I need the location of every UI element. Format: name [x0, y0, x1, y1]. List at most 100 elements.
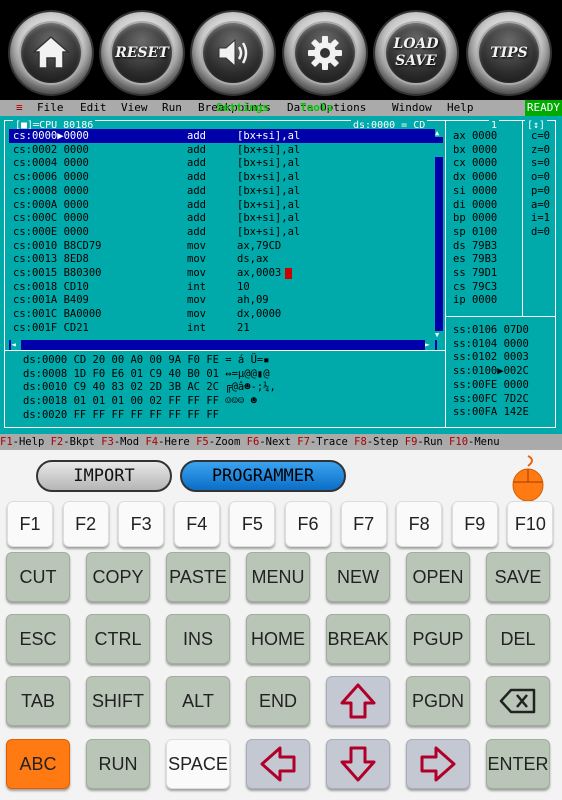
key-shift[interactable]: SHIFT: [86, 676, 150, 726]
register-value[interactable]: sp 0100: [453, 225, 497, 239]
key-enter[interactable]: ENTER: [486, 739, 550, 789]
stack-row[interactable]: ss:0102 0003: [453, 350, 529, 364]
key-run[interactable]: RUN: [86, 739, 150, 789]
key-space[interactable]: SPACE: [166, 739, 230, 789]
register-value[interactable]: ip 0000: [453, 293, 497, 307]
stack-row[interactable]: ss:0104 0000: [453, 337, 529, 351]
key-open[interactable]: OPEN: [406, 552, 470, 602]
key-break[interactable]: BREAK: [326, 614, 390, 664]
register-value[interactable]: es 79B3: [453, 252, 497, 266]
register-value[interactable]: ds 79B3: [453, 239, 497, 253]
horizontal-scrollbar[interactable]: ◄ ►: [9, 340, 437, 350]
arrow-up-key[interactable]: [326, 676, 390, 726]
code-row[interactable]: cs:0015 B80300 mov ax,0003: [9, 266, 435, 280]
mouse-icon[interactable]: [508, 454, 548, 502]
register-value[interactable]: cx 0000: [453, 156, 497, 170]
key-copy[interactable]: COPY: [86, 552, 150, 602]
code-row[interactable]: cs:001A B409 mov ah,09: [9, 293, 435, 307]
code-row[interactable]: cs:0010 B8CD79 mov ax,79CD: [9, 239, 435, 253]
menu-file[interactable]: File: [37, 100, 64, 116]
register-value[interactable]: dx 0000: [453, 170, 497, 184]
key-ctrl[interactable]: CTRL: [86, 614, 150, 664]
stack-row[interactable]: ss:0106 07D0: [453, 323, 529, 337]
arrow-right-key[interactable]: [406, 739, 470, 789]
menu-run[interactable]: Run: [162, 100, 182, 116]
key-f7[interactable]: F7: [340, 501, 387, 547]
code-row[interactable]: cs:0002 0000 add [bx+si],al: [9, 143, 435, 157]
code-row[interactable]: cs:000E 0000 add [bx+si],al: [9, 225, 435, 239]
stack-pane[interactable]: ss:0106 07D0 ss:0104 0000 ss:0102 0003 ss:0…: [453, 323, 557, 423]
code-row[interactable]: cs:0004 0000 add [bx+si],al: [9, 156, 435, 170]
key-save[interactable]: SAVE: [486, 552, 550, 602]
key-new[interactable]: NEW: [326, 552, 390, 602]
key-menu[interactable]: MENU: [246, 552, 310, 602]
dump-row[interactable]: ds:0020 FF FF FF FF FF FF FF FF: [23, 408, 219, 422]
key-alt[interactable]: ALT: [166, 676, 230, 726]
code-row[interactable]: cs:0008 0000 add [bx+si],al: [9, 184, 435, 198]
fn-hint-f9[interactable]: F9-Run: [405, 436, 443, 448]
flag-value[interactable]: s=0: [531, 156, 550, 170]
dump-row[interactable]: ds:0008 1D F0 E6 01 C9 40 B0 01 ↔=µ@@▮@: [23, 367, 270, 381]
programmer-button[interactable]: PROGRAMMER: [180, 460, 346, 492]
key-tab[interactable]: TAB: [6, 676, 70, 726]
debugger-screen[interactable]: ≡ File Edit View Run Breakpoints Data Op…: [0, 100, 562, 450]
menu-edit[interactable]: Edit: [80, 100, 107, 116]
flag-value[interactable]: p=0: [531, 184, 550, 198]
flag-value[interactable]: d=0: [531, 225, 550, 239]
key-f9[interactable]: F9: [451, 501, 498, 547]
memory-dump-pane[interactable]: ds:0000 CD 20 00 A0 00 9A F0 FE = á Ü=▪ d…: [23, 353, 443, 425]
home-button[interactable]: [10, 12, 92, 94]
registers-pane[interactable]: ax 0000 bx 0000 cx 0000 dx 0000 si 0000 di 00…: [453, 129, 519, 314]
tips-button[interactable]: TIPS: [468, 12, 550, 94]
flag-value[interactable]: z=0: [531, 143, 550, 157]
key-del[interactable]: DEL: [486, 614, 550, 664]
code-row[interactable]: cs:0006 0000 add [bx+si],al: [9, 170, 435, 184]
reset-button[interactable]: RESET: [101, 12, 183, 94]
register-value[interactable]: ax 0000: [453, 129, 497, 143]
code-row[interactable]: cs:000A 0000 add [bx+si],al: [9, 198, 435, 212]
menu-help[interactable]: Help: [447, 100, 474, 116]
key-pgup[interactable]: PGUP: [406, 614, 470, 664]
key-ins[interactable]: INS: [166, 614, 230, 664]
sound-button[interactable]: [192, 12, 274, 94]
code-scrollbar[interactable]: ▲ ▼: [435, 129, 443, 339]
stack-row[interactable]: ss:00FE 0000: [453, 378, 529, 392]
key-f6[interactable]: F6: [285, 501, 331, 547]
fn-hint-f6[interactable]: F6-Next: [247, 436, 291, 448]
key-f5[interactable]: F5: [229, 501, 276, 547]
register-value[interactable]: bp 0000: [453, 211, 497, 225]
import-button[interactable]: IMPORT: [36, 460, 172, 492]
flag-value[interactable]: i=1: [531, 211, 550, 225]
backspace-key[interactable]: [486, 676, 550, 726]
dump-row[interactable]: ds:0010 C9 40 83 02 2D 3B AC 2C ╔@â☻-;¼,: [23, 380, 276, 394]
key-f10[interactable]: F10: [507, 501, 554, 547]
fn-hint-f7[interactable]: F7-Trace: [297, 436, 348, 448]
code-row[interactable]: cs:001F CD21 int 21: [9, 321, 435, 335]
register-value[interactable]: ss 79D1: [453, 266, 497, 280]
stack-row[interactable]: ss:0100▶002C: [453, 364, 529, 378]
dump-row[interactable]: ds:0018 01 01 01 00 02 FF FF FF ☺☺☺ ☻: [23, 394, 257, 408]
register-value[interactable]: cs 79C3: [453, 280, 497, 294]
fn-hint-f4[interactable]: F4-Here: [145, 436, 189, 448]
code-row[interactable]: cs:0013 8ED8 mov ds,ax: [9, 252, 435, 266]
key-f2[interactable]: F2: [62, 501, 109, 547]
menu-view[interactable]: View: [121, 100, 148, 116]
fn-hint-f2[interactable]: F2-Bkpt: [51, 436, 95, 448]
load-save-button[interactable]: LOAD SAVE: [375, 12, 457, 94]
flag-value[interactable]: a=0: [531, 198, 550, 212]
fn-hint-f8[interactable]: F8-Step: [354, 436, 398, 448]
fn-hint-f1[interactable]: F1-Help: [0, 436, 44, 448]
key-paste[interactable]: PASTE: [166, 552, 230, 602]
key-pgdn[interactable]: PGDN: [406, 676, 470, 726]
system-menu[interactable]: ≡: [16, 100, 23, 116]
key-f8[interactable]: F8: [396, 501, 443, 547]
key-f1[interactable]: F1: [7, 501, 53, 547]
fn-hint-f5[interactable]: F5-Zoom: [196, 436, 240, 448]
register-value[interactable]: si 0000: [453, 184, 497, 198]
register-value[interactable]: bx 0000: [453, 143, 497, 157]
menu-window[interactable]: Window: [392, 100, 432, 116]
key-esc[interactable]: ESC: [6, 614, 70, 664]
key-f3[interactable]: F3: [118, 501, 165, 547]
code-pane[interactable]: cs:0000▶0000 add [bx+si],al cs:0002 0000 add…: [9, 129, 435, 339]
settings-button[interactable]: [284, 12, 366, 94]
